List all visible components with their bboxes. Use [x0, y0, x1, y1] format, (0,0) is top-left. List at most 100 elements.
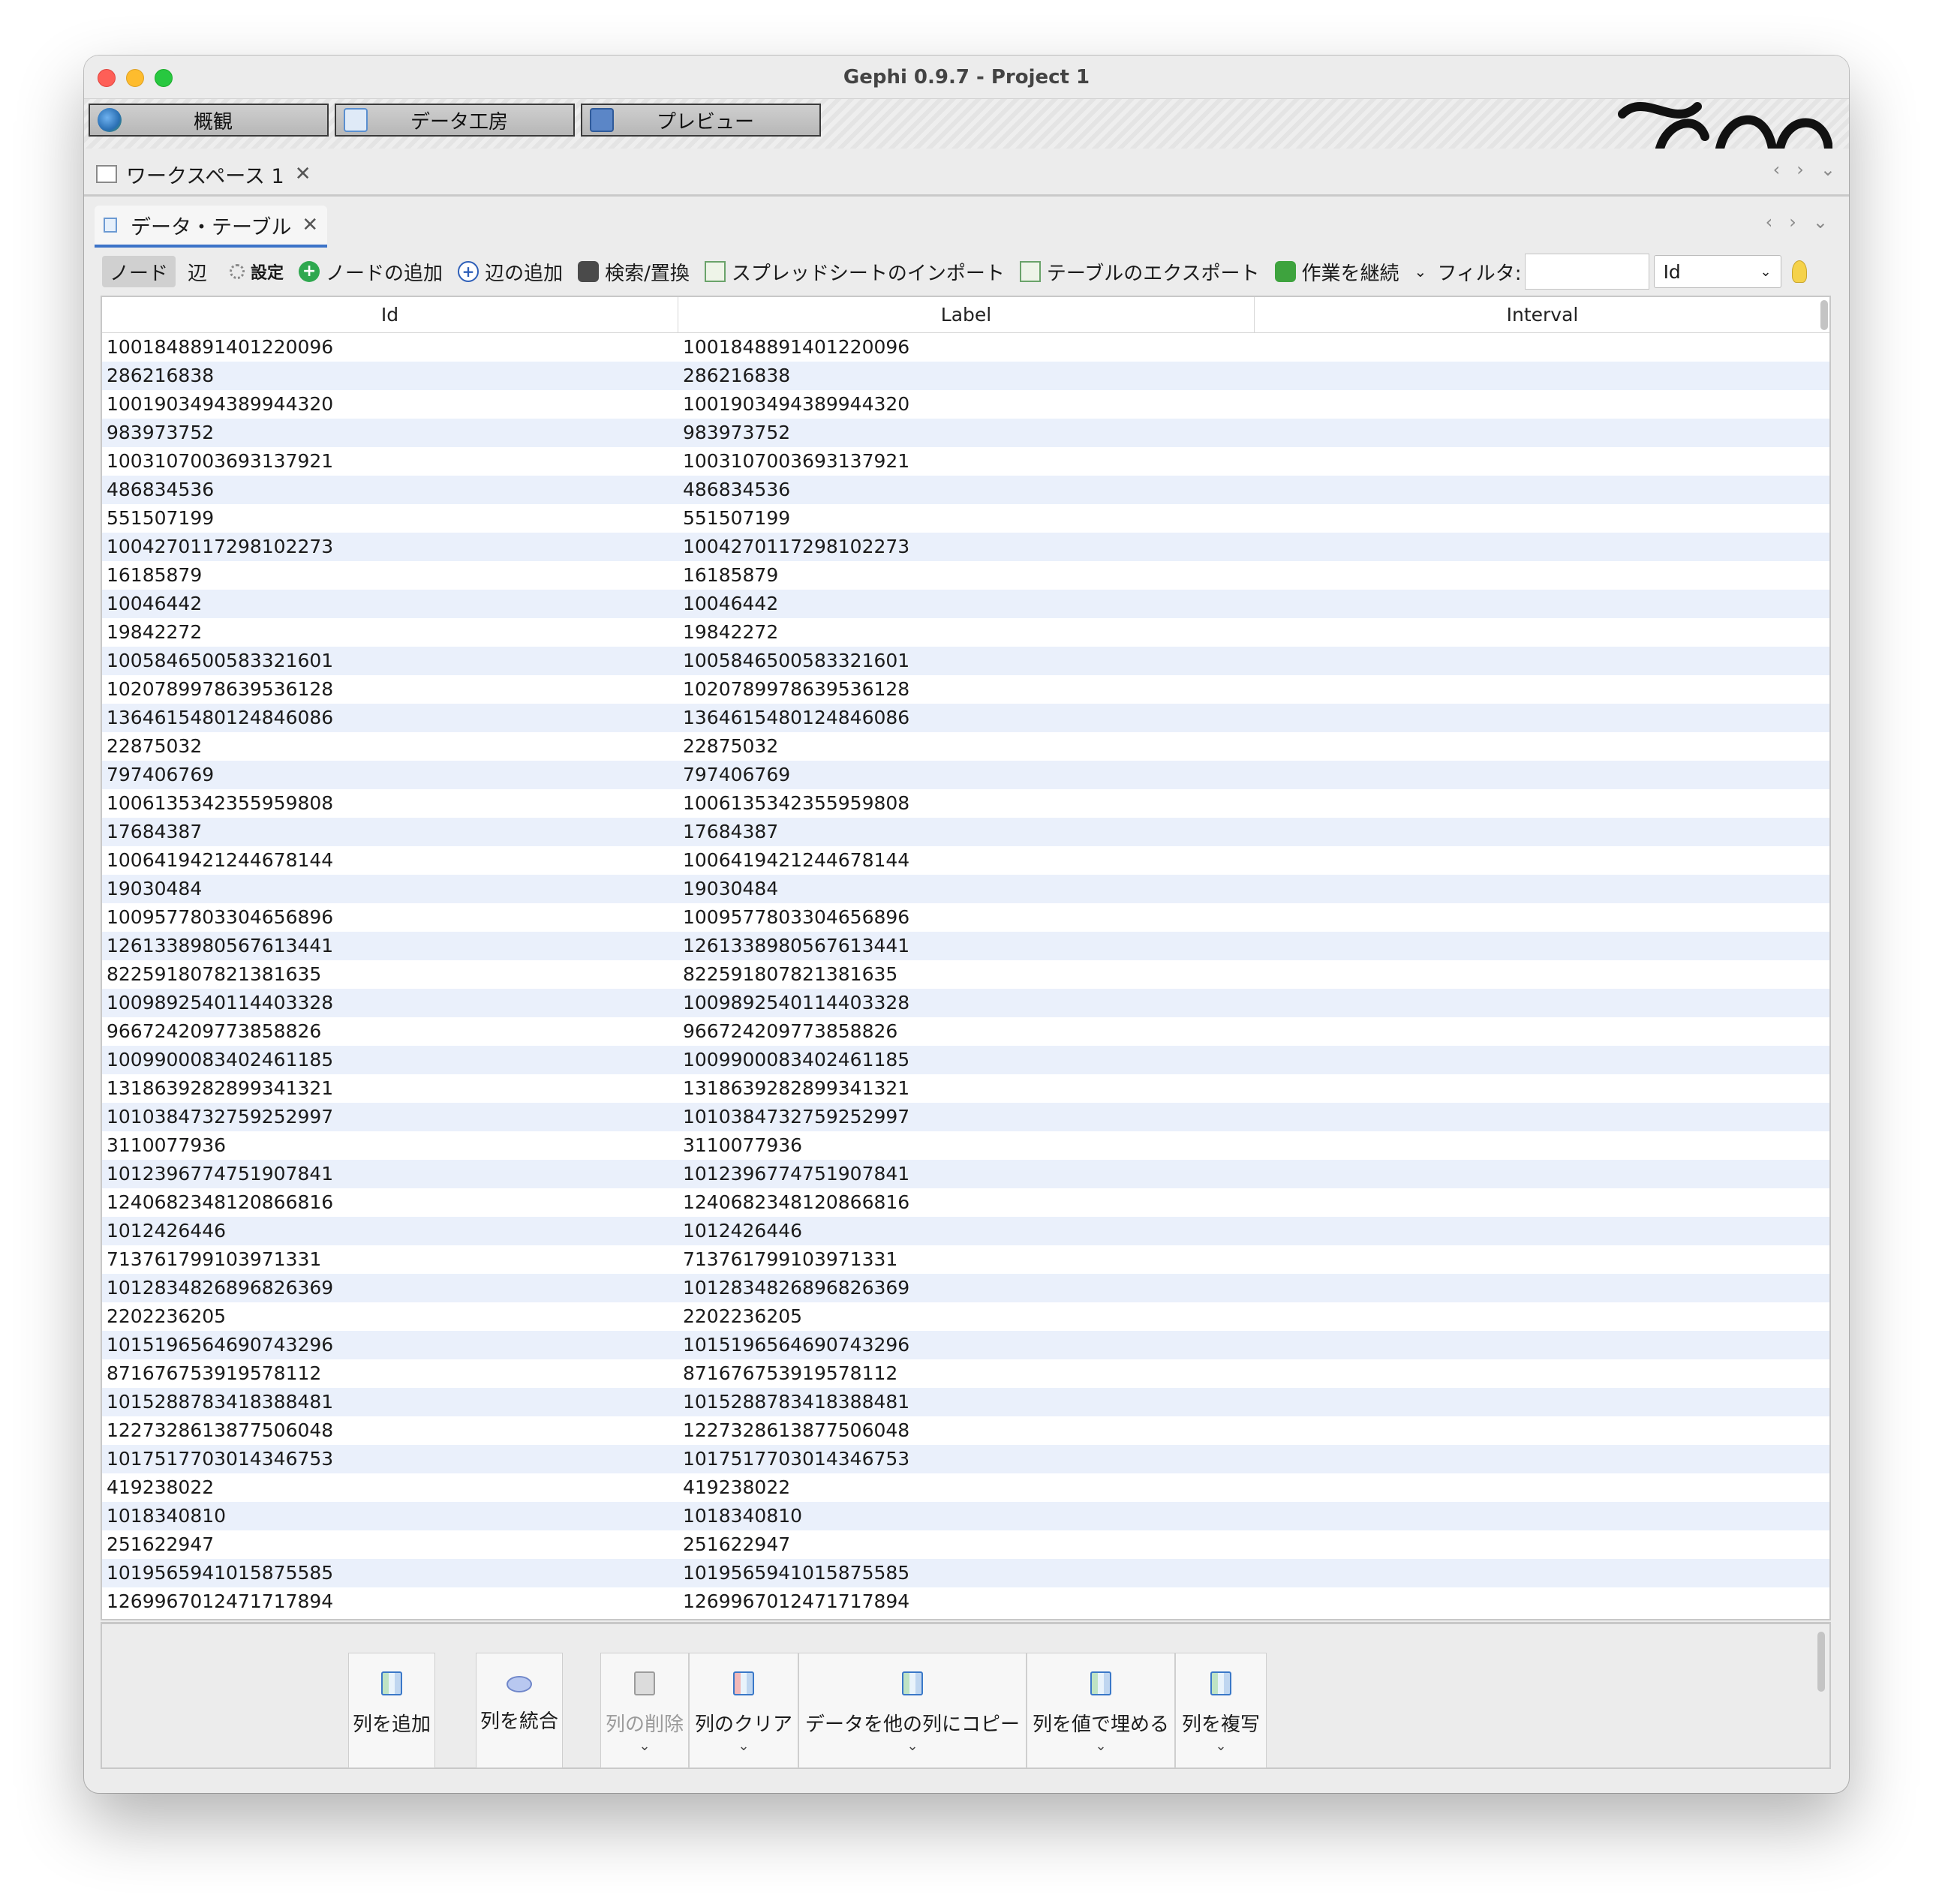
cell-interval[interactable] — [1255, 504, 1829, 533]
cell-label[interactable]: 1012396774751907841 — [678, 1160, 1255, 1188]
cell-id[interactable]: 1017517703014346753 — [102, 1445, 678, 1473]
table-row[interactable]: 251622947 251622947 — [102, 1530, 1829, 1559]
table-row[interactable]: 1015196564690743296 1015196564690743296 — [102, 1331, 1829, 1359]
cell-id[interactable]: 983973752 — [102, 419, 678, 447]
cell-interval[interactable] — [1255, 1530, 1829, 1559]
export-table-button[interactable]: テーブルのエクスポート — [1019, 258, 1260, 286]
cell-interval[interactable] — [1255, 932, 1829, 960]
cell-id[interactable]: 486834536 — [102, 476, 678, 504]
table-row[interactable]: 1005846500583321601 1005846500583321601 — [102, 647, 1829, 675]
cell-label[interactable]: 419238022 — [678, 1473, 1255, 1502]
cell-label[interactable]: 551507199 — [678, 504, 1255, 533]
cell-label[interactable]: 1001903494389944320 — [678, 390, 1255, 419]
cell-label[interactable]: 16185879 — [678, 561, 1255, 590]
cell-id[interactable]: 871676753919578112 — [102, 1359, 678, 1388]
filter-input[interactable] — [1524, 254, 1649, 290]
cell-interval[interactable] — [1255, 846, 1829, 875]
cell-label[interactable]: 1015288783418388481 — [678, 1388, 1255, 1416]
cell-label[interactable]: 17684387 — [678, 818, 1255, 846]
perspective-data-lab-button[interactable]: データ工房 — [335, 104, 575, 137]
cell-interval[interactable] — [1255, 1302, 1829, 1331]
table-row[interactable]: 3110077936 3110077936 — [102, 1131, 1829, 1160]
cell-interval[interactable] — [1255, 1017, 1829, 1046]
cell-id[interactable]: 551507199 — [102, 504, 678, 533]
cell-interval[interactable] — [1255, 1103, 1829, 1131]
cell-label[interactable]: 1006419421244678144 — [678, 846, 1255, 875]
cell-interval[interactable] — [1255, 561, 1829, 590]
cell-interval[interactable] — [1255, 333, 1829, 362]
cell-label[interactable]: 19842272 — [678, 618, 1255, 647]
cell-id[interactable]: 1318639282899341321 — [102, 1074, 678, 1103]
cell-id[interactable]: 1015288783418388481 — [102, 1388, 678, 1416]
add-column-button[interactable]: 列を追加 — [348, 1653, 435, 1768]
cell-id[interactable]: 1003107003693137921 — [102, 447, 678, 476]
add-edge-button[interactable]: + 辺の追加 — [458, 258, 563, 286]
cell-id[interactable]: 1269967012471717894 — [102, 1587, 678, 1616]
cell-id[interactable]: 1261338980567613441 — [102, 932, 678, 960]
table-row[interactable]: 19030484 19030484 — [102, 875, 1829, 903]
merge-columns-button[interactable]: 列を統合 — [476, 1653, 563, 1768]
cell-label[interactable]: 1364615480124846086 — [678, 704, 1255, 732]
table-row[interactable]: 1012834826896826369 1012834826896826369 — [102, 1274, 1829, 1302]
chevron-down-icon[interactable]: ⌄ — [1820, 159, 1835, 180]
table-row[interactable]: 1012426446 1012426446 — [102, 1217, 1829, 1245]
cell-label[interactable]: 1005846500583321601 — [678, 647, 1255, 675]
cell-interval[interactable] — [1255, 1046, 1829, 1074]
cell-label[interactable]: 251622947 — [678, 1530, 1255, 1559]
cell-label[interactable]: 1269967012471717894 — [678, 1587, 1255, 1616]
cell-interval[interactable] — [1255, 989, 1829, 1017]
perspective-overview-button[interactable]: 概観 — [89, 104, 329, 137]
fill-column-button[interactable]: 列を値で埋める ⌄ — [1027, 1653, 1175, 1768]
cell-interval[interactable] — [1255, 647, 1829, 675]
table-row[interactable]: 713761799103971331 713761799103971331 — [102, 1245, 1829, 1274]
table-row[interactable]: 1364615480124846086 1364615480124846086 — [102, 704, 1829, 732]
cell-label[interactable]: 286216838 — [678, 362, 1255, 390]
cell-label[interactable]: 1019565941015875585 — [678, 1559, 1255, 1587]
table-row[interactable]: 17684387 17684387 — [102, 818, 1829, 846]
table-row[interactable]: 1006419421244678144 1006419421244678144 — [102, 846, 1829, 875]
cell-label[interactable]: 1012834826896826369 — [678, 1274, 1255, 1302]
duplicate-column-button[interactable]: 列を複写 ⌄ — [1175, 1653, 1267, 1768]
cell-id[interactable]: 822591807821381635 — [102, 960, 678, 989]
table-row[interactable]: 1020789978639536128 1020789978639536128 — [102, 675, 1829, 704]
cell-id[interactable]: 1019565941015875585 — [102, 1559, 678, 1587]
cell-id[interactable]: 1010384732759252997 — [102, 1103, 678, 1131]
table-row[interactable]: 1003107003693137921 1003107003693137921 — [102, 447, 1829, 476]
cell-interval[interactable] — [1255, 761, 1829, 789]
table-row[interactable]: 1015288783418388481 1015288783418388481 — [102, 1388, 1829, 1416]
cell-label[interactable]: 10046442 — [678, 590, 1255, 618]
search-replace-button[interactable]: 検索/置換 — [578, 258, 690, 286]
cell-label[interactable]: 1227328613877506048 — [678, 1416, 1255, 1445]
cell-interval[interactable] — [1255, 447, 1829, 476]
table-row[interactable]: 966724209773858826 966724209773858826 — [102, 1017, 1829, 1046]
cell-label[interactable]: 1020789978639536128 — [678, 675, 1255, 704]
chevron-left-icon[interactable]: ‹ — [1766, 212, 1773, 233]
cell-label[interactable]: 1009892540114403328 — [678, 989, 1255, 1017]
cell-interval[interactable] — [1255, 419, 1829, 447]
cell-id[interactable]: 1227328613877506048 — [102, 1416, 678, 1445]
cell-interval[interactable] — [1255, 1331, 1829, 1359]
cell-id[interactable]: 1012834826896826369 — [102, 1274, 678, 1302]
cell-id[interactable]: 1004270117298102273 — [102, 533, 678, 561]
chevron-down-icon[interactable]: ⌄ — [1813, 212, 1828, 233]
table-row[interactable]: 286216838 286216838 — [102, 362, 1829, 390]
table-row[interactable]: 1017517703014346753 1017517703014346753 — [102, 1445, 1829, 1473]
cell-interval[interactable] — [1255, 1502, 1829, 1530]
cell-interval[interactable] — [1255, 675, 1829, 704]
cell-id[interactable]: 1012396774751907841 — [102, 1160, 678, 1188]
close-data-table-icon[interactable]: ✕ — [302, 214, 318, 236]
chevron-down-icon[interactable]: ⌄ — [1414, 263, 1427, 281]
cell-interval[interactable] — [1255, 732, 1829, 761]
cell-id[interactable]: 1009577803304656896 — [102, 903, 678, 932]
cell-label[interactable]: 1015196564690743296 — [678, 1331, 1255, 1359]
cell-interval[interactable] — [1255, 390, 1829, 419]
cell-id[interactable]: 1240682348120866816 — [102, 1188, 678, 1217]
cell-id[interactable]: 1001848891401220096 — [102, 333, 678, 362]
lightbulb-icon[interactable] — [1791, 260, 1807, 283]
cell-interval[interactable] — [1255, 960, 1829, 989]
cell-id[interactable]: 713761799103971331 — [102, 1245, 678, 1274]
cell-id[interactable]: 16185879 — [102, 561, 678, 590]
cell-id[interactable]: 19842272 — [102, 618, 678, 647]
cell-interval[interactable] — [1255, 704, 1829, 732]
cell-label[interactable]: 1017517703014346753 — [678, 1445, 1255, 1473]
